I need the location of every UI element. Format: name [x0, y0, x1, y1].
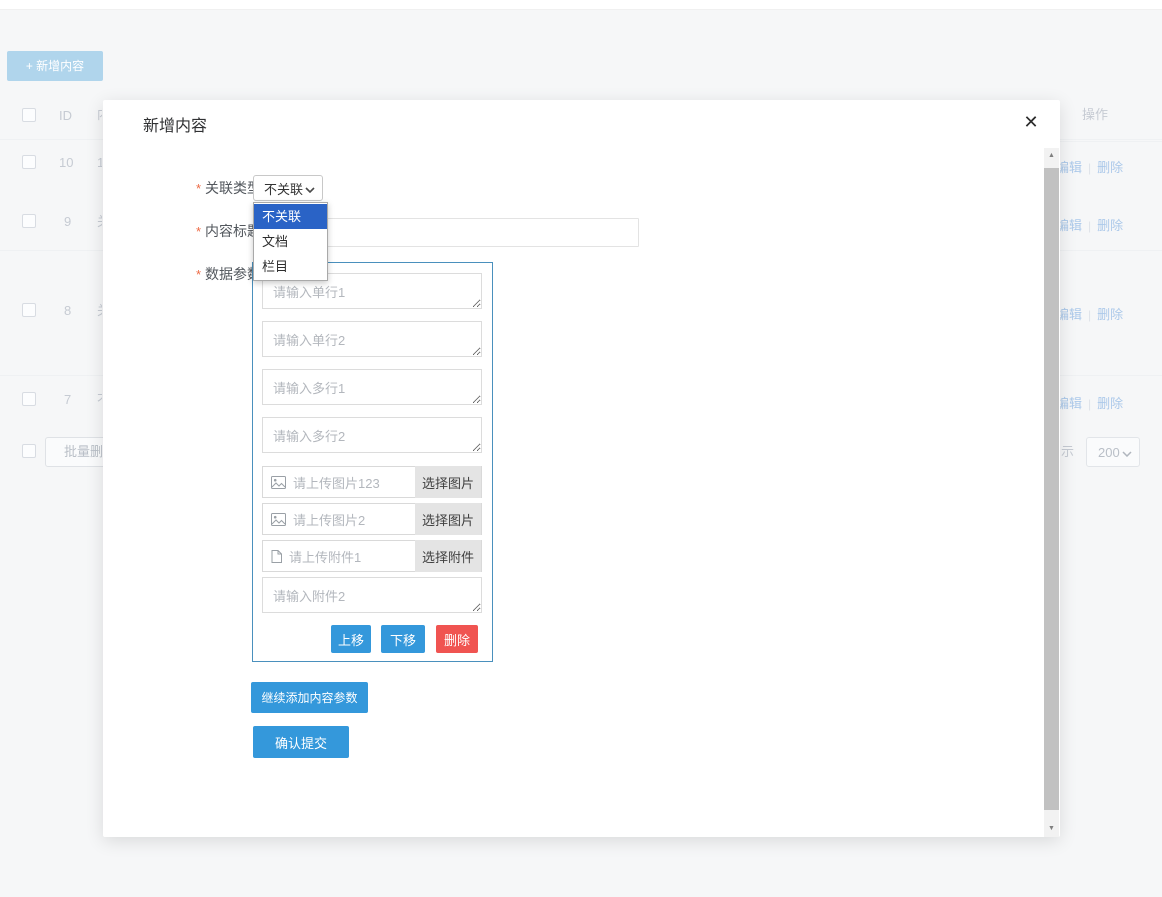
- upload-placeholder: 请上传图片2: [286, 510, 415, 529]
- row-actions: 编辑|删除: [1056, 215, 1123, 235]
- top-strip: [0, 0, 1162, 10]
- link-divider: |: [1082, 219, 1097, 233]
- footer-checkbox[interactable]: [22, 444, 36, 458]
- param-group: 请上传图片123 选择图片 请上传图片2 选择图片 请上传附件1 选择附件 上移…: [252, 262, 493, 662]
- close-icon[interactable]: ✕: [1017, 108, 1045, 136]
- upload-image-1-row: 请上传图片123 选择图片: [262, 466, 482, 498]
- delete-param-button[interactable]: 删除: [436, 625, 478, 653]
- dropdown-option-no-relation[interactable]: 不关联: [254, 204, 327, 229]
- delete-link[interactable]: 删除: [1097, 396, 1123, 411]
- page-size-value: 200: [1098, 445, 1120, 460]
- relation-type-select[interactable]: 不关联: [253, 175, 323, 201]
- required-asterisk: *: [196, 224, 201, 239]
- row-id: 8: [64, 303, 71, 319]
- column-header-actions: 操作: [1082, 107, 1108, 123]
- delete-link[interactable]: 删除: [1097, 218, 1123, 233]
- row-divider: [1060, 141, 1162, 142]
- content-title-label: *内容标题: [143, 221, 261, 241]
- multi-line-1-textarea[interactable]: [262, 369, 482, 405]
- row-title-clipped: 不: [97, 392, 102, 408]
- submit-button[interactable]: 确认提交: [253, 726, 349, 758]
- add-content-modal: 新增内容 ✕ *关联类型 不关联 不关联 文档 栏目 *内容标题 *数据参数 请…: [103, 100, 1060, 837]
- select-all-checkbox[interactable]: [22, 108, 36, 122]
- move-down-button[interactable]: 下移: [381, 625, 425, 653]
- upload-placeholder: 请上传图片123: [286, 473, 415, 492]
- relation-type-label: *关联类型: [143, 178, 261, 198]
- multi-line-2-textarea[interactable]: [262, 417, 482, 453]
- add-more-params-button[interactable]: 继续添加内容参数: [251, 682, 368, 713]
- row-title-clipped: 关: [97, 303, 102, 319]
- modal-title: 新增内容: [143, 112, 207, 136]
- row-checkbox[interactable]: [22, 155, 36, 169]
- dropdown-option-document[interactable]: 文档: [254, 229, 327, 254]
- chevron-down-icon: [305, 181, 315, 196]
- modal-scrollbar: ▲ ▼: [1044, 148, 1059, 837]
- scrollbar-down-arrow[interactable]: ▼: [1044, 821, 1059, 837]
- choose-image-button[interactable]: 选择图片: [415, 503, 481, 535]
- relation-type-dropdown: 不关联 文档 栏目: [253, 202, 328, 281]
- chevron-down-icon: [1122, 445, 1132, 460]
- row-title-clipped: 关: [97, 214, 102, 230]
- column-header-title-clipped: 内: [97, 107, 102, 123]
- row-title-clipped: 1: [97, 155, 102, 171]
- required-asterisk: *: [196, 267, 201, 282]
- image-icon: [263, 476, 286, 489]
- required-asterisk: *: [196, 181, 201, 196]
- row-checkbox[interactable]: [22, 303, 36, 317]
- page-size-label-clipped: 示: [1061, 444, 1074, 460]
- choose-image-button[interactable]: 选择图片: [415, 466, 481, 498]
- row-checkbox[interactable]: [22, 392, 36, 406]
- add-content-button[interactable]: + 新增内容: [7, 51, 103, 81]
- link-divider: |: [1082, 308, 1097, 322]
- delete-link[interactable]: 删除: [1097, 160, 1123, 175]
- single-line-2-textarea[interactable]: [262, 321, 482, 357]
- move-up-button[interactable]: 上移: [331, 625, 371, 653]
- link-divider: |: [1082, 161, 1097, 175]
- relation-type-value: 不关联: [264, 179, 303, 198]
- data-params-label: *数据参数: [143, 264, 261, 284]
- delete-link[interactable]: 删除: [1097, 307, 1123, 322]
- row-actions: 编辑|删除: [1056, 304, 1123, 324]
- image-icon: [263, 513, 286, 526]
- row-checkbox[interactable]: [22, 214, 36, 228]
- row-actions: 编辑|删除: [1056, 393, 1123, 413]
- row-id: 9: [64, 214, 71, 230]
- upload-file-row: 请上传附件1 选择附件: [262, 540, 482, 572]
- row-actions: 编辑|删除: [1056, 157, 1123, 177]
- scrollbar-up-arrow[interactable]: ▲: [1044, 148, 1059, 164]
- page-size-select[interactable]: 200: [1086, 437, 1140, 467]
- file-icon: [263, 550, 282, 563]
- dropdown-option-column[interactable]: 栏目: [254, 254, 327, 279]
- link-divider: |: [1082, 397, 1097, 411]
- row-id: 7: [64, 392, 71, 408]
- upload-placeholder: 请上传附件1: [282, 547, 415, 566]
- choose-file-button[interactable]: 选择附件: [415, 540, 481, 572]
- upload-image-2-row: 请上传图片2 选择图片: [262, 503, 482, 535]
- column-header-id: ID: [59, 108, 72, 124]
- attachment-2-textarea[interactable]: [262, 577, 482, 613]
- scrollbar-thumb[interactable]: [1044, 168, 1059, 810]
- row-id: 10: [59, 155, 73, 171]
